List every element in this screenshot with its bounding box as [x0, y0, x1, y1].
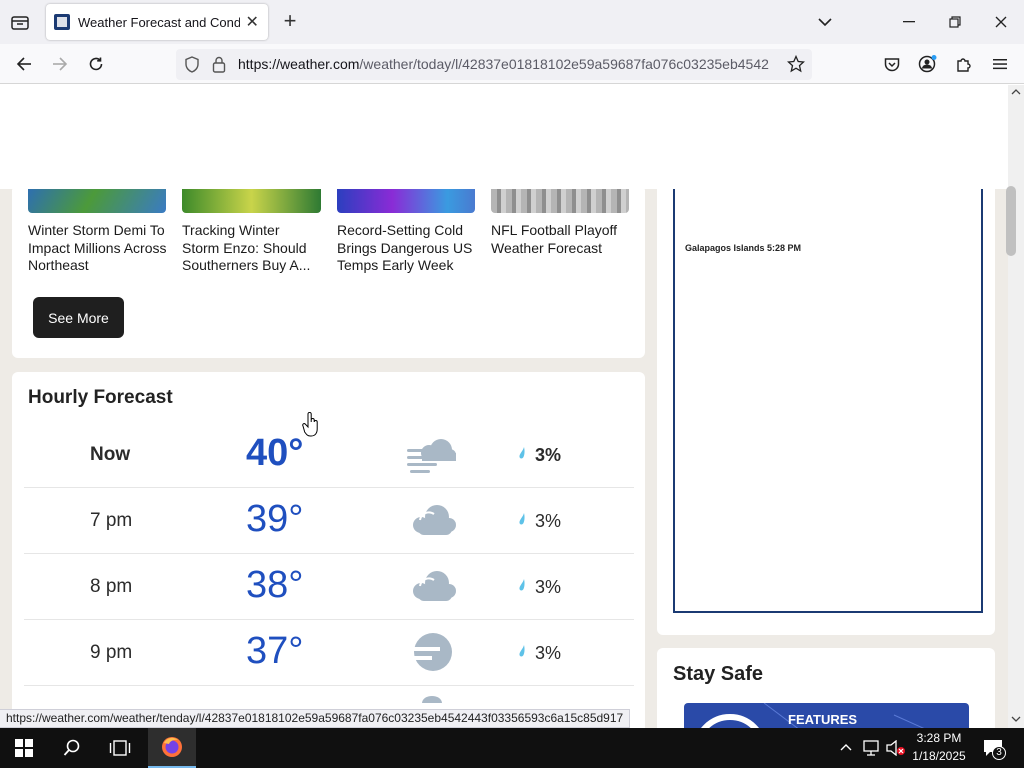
hand-cursor-icon — [302, 412, 318, 437]
news-headline-2[interactable]: Tracking Winter Storm Enzo: Should South… — [182, 222, 316, 275]
hour-time: 8 pm — [90, 576, 133, 597]
news-headline-1[interactable]: Winter Storm Demi To Impact Millions Acr… — [28, 222, 170, 275]
firefox-icon — [162, 737, 182, 757]
tab-list-icon — [11, 16, 29, 30]
scroll-up-icon[interactable] — [1011, 89, 1021, 95]
pocket-icon — [884, 57, 900, 71]
task-view-button[interactable] — [108, 736, 132, 760]
forward-button[interactable] — [47, 51, 73, 77]
fog-cloud-icon — [407, 439, 456, 473]
cloudy-icon — [413, 571, 456, 601]
volume-muted-icon[interactable] — [886, 740, 906, 756]
hour-time: 7 pm — [90, 510, 133, 531]
url-domain: https://weather.com — [238, 56, 360, 72]
forward-arrow-icon — [53, 57, 68, 71]
raindrop-icon — [519, 513, 525, 525]
lock-icon[interactable] — [212, 56, 226, 73]
task-view-icon — [109, 740, 131, 756]
hourly-row[interactable]: 8 pm 38° 3% — [24, 554, 634, 620]
url-text: https://weather.com/weather/today/l/4283… — [238, 56, 778, 72]
network-icon[interactable] — [862, 740, 880, 756]
url-bar[interactable]: https://weather.com/weather/today/l/4283… — [176, 49, 812, 80]
account-avatar-icon — [918, 55, 937, 73]
restore-button[interactable] — [940, 10, 970, 34]
hour-temperature: 40° — [246, 432, 304, 474]
list-all-tabs-button[interactable] — [6, 10, 34, 34]
news-headline-4[interactable]: NFL Football Playoff Weather Forecast — [491, 222, 633, 257]
precip-chance: 3% — [535, 643, 562, 663]
see-more-button[interactable]: See More — [33, 297, 124, 338]
clock-date[interactable]: 1/18/2025 — [908, 749, 970, 763]
extensions-button[interactable] — [951, 51, 977, 77]
news-headline-3[interactable]: Record-Setting Cold Brings Dangerous US … — [337, 222, 479, 275]
pocket-button[interactable] — [879, 51, 905, 77]
new-tab-button[interactable]: + — [278, 10, 302, 34]
news-thumbnail-2[interactable] — [182, 189, 321, 213]
windows-logo-icon — [15, 739, 33, 757]
reload-icon — [89, 57, 103, 71]
news-thumbnail-4[interactable] — [491, 189, 629, 213]
raindrop-icon — [519, 645, 525, 657]
precip-chance: 3% — [535, 445, 562, 465]
hourly-row[interactable]: Now 40° 3% — [24, 422, 634, 488]
reload-button[interactable] — [83, 51, 109, 77]
next-hour-icon-partial — [422, 696, 442, 703]
cloudy-icon — [413, 505, 456, 535]
back-arrow-icon — [16, 57, 31, 71]
close-tab-icon[interactable]: ✕ — [244, 12, 260, 32]
features-label: FEATURES — [788, 712, 858, 727]
minimize-button[interactable] — [894, 10, 924, 34]
hourly-row[interactable]: 7 pm 39° 3% — [24, 488, 634, 554]
hour-time: Now — [90, 444, 131, 465]
scroll-down-icon[interactable] — [1011, 716, 1021, 722]
stay-safe-title: Stay Safe — [673, 663, 764, 685]
search-icon — [63, 739, 80, 756]
news-thumbnail-3[interactable] — [337, 189, 475, 213]
features-banner[interactable]: FEATURES — [684, 703, 969, 728]
tab-title: Weather Forecast and Conditions for Aust… — [78, 14, 241, 30]
active-tab[interactable]: Weather Forecast and Conditions for Aust… — [46, 4, 268, 40]
action-center-button[interactable]: 3 — [982, 738, 1008, 760]
hourly-row[interactable]: 9 pm 37° 3% — [24, 620, 634, 686]
tab-overflow-chevron-icon[interactable] — [810, 10, 840, 34]
notification-count-badge: 3 — [992, 746, 1006, 760]
app-menu-button[interactable] — [987, 51, 1013, 77]
raindrop-icon — [519, 447, 525, 459]
show-hidden-icons-chevron-icon[interactable] — [840, 743, 852, 751]
hour-time: 9 pm — [90, 642, 133, 663]
weather-channel-favicon-icon — [54, 14, 70, 30]
navigation-toolbar: https://weather.com/weather/today/l/4283… — [0, 44, 1024, 84]
hour-temperature: 38° — [246, 564, 304, 606]
account-button[interactable] — [915, 51, 941, 77]
raindrop-icon — [519, 579, 525, 591]
top-ad-slot — [0, 85, 1008, 189]
puzzle-piece-icon — [957, 58, 971, 72]
precip-chance: 3% — [535, 577, 562, 597]
clock-time[interactable]: 3:28 PM — [910, 731, 968, 745]
page-scrollbar[interactable] — [1008, 85, 1024, 728]
tracking-protection-shield-icon[interactable] — [184, 56, 200, 73]
back-button[interactable] — [11, 51, 37, 77]
close-window-button[interactable] — [986, 10, 1016, 34]
radar-map-frame[interactable]: Galapagos Islands 5:28 PM — [673, 189, 983, 613]
precip-chance: 3% — [535, 511, 562, 531]
start-button[interactable] — [12, 736, 36, 760]
scrollbar-thumb[interactable] — [1006, 186, 1016, 256]
news-thumbnail-1[interactable] — [28, 189, 166, 213]
map-location-label: Galapagos Islands 5:28 PM — [685, 243, 802, 253]
bookmark-star-icon[interactable] — [787, 55, 805, 73]
firefox-taskbar-button[interactable] — [148, 728, 196, 768]
windows-taskbar: 3:28 PM 1/18/2025 3 — [0, 728, 1024, 768]
hourly-forecast-title: Hourly Forecast — [28, 387, 173, 408]
url-path: /weather/today/l/42837e01818102e59a59687… — [359, 56, 769, 72]
hour-temperature: 39° — [246, 498, 304, 540]
hour-temperature: 37° — [246, 630, 304, 672]
link-status-bar: https://weather.com/weather/tenday/l/428… — [0, 709, 631, 728]
page-viewport: Winter Storm Demi To Impact Millions Acr… — [0, 85, 1008, 728]
hamburger-menu-icon — [993, 59, 1007, 70]
search-button[interactable] — [60, 736, 84, 760]
tab-strip: Weather Forecast and Conditions for Aust… — [0, 0, 1024, 44]
partly-cloudy-night-icon — [410, 633, 452, 671]
